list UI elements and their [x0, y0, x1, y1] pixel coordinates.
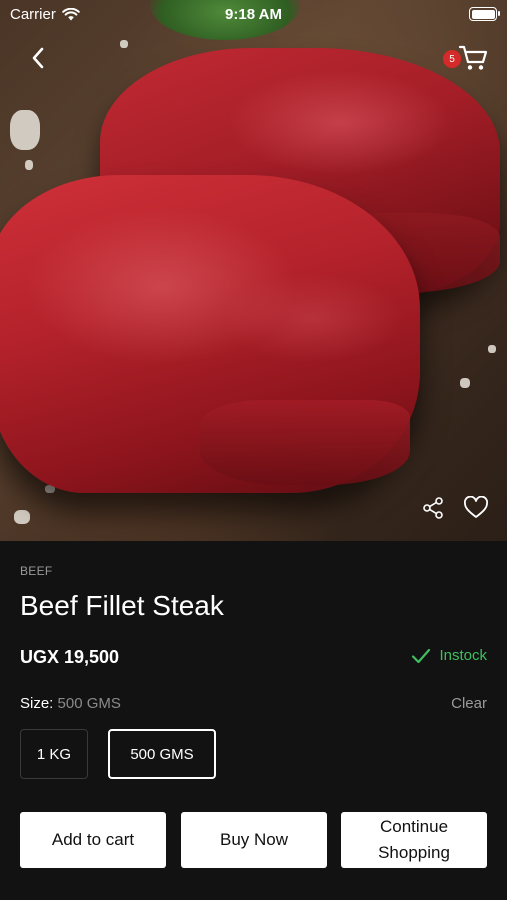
product-category: BEEF [20, 564, 53, 578]
cart-button[interactable] [458, 44, 490, 74]
size-selected-value: 500 GMS [57, 695, 121, 712]
battery-icon [469, 7, 500, 21]
size-option-500gms[interactable]: 500 GMS [108, 729, 216, 779]
continue-shopping-button[interactable]: Continue Shopping [341, 812, 487, 868]
clear-size-button[interactable]: Clear [451, 695, 487, 712]
status-time: 9:18 AM [225, 6, 282, 23]
size-label: Size: [20, 695, 54, 712]
salt-grain [488, 345, 496, 353]
favorite-button[interactable] [463, 495, 489, 520]
cart-icon [458, 45, 488, 70]
salt-grain [25, 160, 33, 170]
product-price: UGX 19,500 [20, 647, 120, 667]
heart-icon [464, 495, 488, 518]
product-title: Beef Fillet Steak [20, 590, 224, 621]
product-image [0, 0, 507, 541]
back-button[interactable] [24, 44, 52, 72]
check-icon [412, 648, 431, 663]
chevron-left-icon [32, 47, 44, 69]
salt-grain [120, 40, 128, 48]
steak-front [0, 175, 420, 493]
size-option-1kg[interactable]: 1 KG [20, 729, 88, 779]
buy-now-button[interactable]: Buy Now [181, 812, 327, 868]
salt-grain [460, 378, 470, 388]
status-bar: Carrier 9:18 AM [0, 0, 507, 28]
stock-status-label: Instock [439, 647, 487, 664]
stock-status: Instock [411, 647, 487, 664]
add-to-cart-button[interactable]: Add to cart [20, 812, 166, 868]
share-button[interactable] [421, 496, 445, 520]
size-summary: Size: 500 GMS [20, 695, 121, 712]
salt-grains [10, 110, 40, 150]
salt-grain [14, 510, 30, 524]
share-icon [423, 497, 443, 519]
